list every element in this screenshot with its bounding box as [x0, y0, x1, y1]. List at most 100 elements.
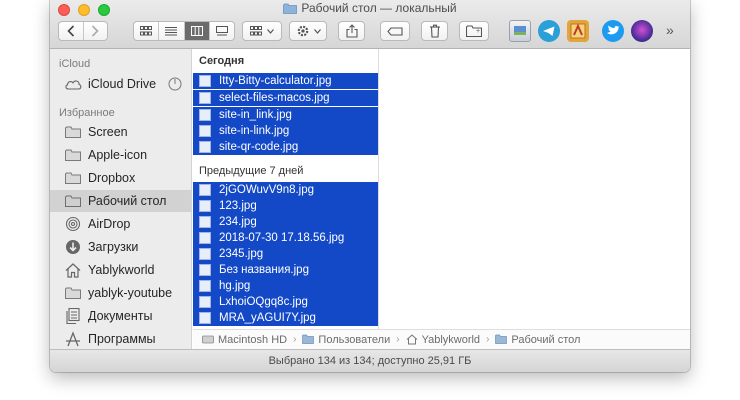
- file-row[interactable]: LxhoiOQgq8c.jpg: [193, 294, 378, 310]
- path-item-desktop[interactable]: Рабочий стол: [495, 334, 580, 346]
- path-item-users[interactable]: Пользователи: [302, 334, 390, 346]
- sidebar-item-yablykworld[interactable]: Yablykworld: [50, 259, 191, 281]
- path-bar: Macintosh HD › Пользователи › Yablykworl…: [193, 329, 690, 349]
- file-name: 2jGOWuvV9n8.jpg: [219, 184, 315, 196]
- image-thumbnail-icon: [199, 248, 211, 260]
- sidebar-item-applications[interactable]: Программы: [50, 328, 191, 350]
- app-icon[interactable]: [567, 20, 589, 42]
- file-name: MRA_yAGUI7Y.jpg: [219, 312, 316, 324]
- path-item-label: Пользователи: [318, 333, 391, 346]
- file-row[interactable]: Itty-Bitty-calculator.jpg: [193, 73, 378, 89]
- preview-icon[interactable]: [509, 20, 531, 42]
- path-item-label: Рабочий стол: [511, 333, 581, 346]
- file-name: hg.jpg: [219, 280, 251, 292]
- sidebar-item-label: Apple-icon: [88, 148, 148, 162]
- cloud-icon: [64, 76, 82, 92]
- sidebar-item-desktop[interactable]: Рабочий стол: [50, 190, 191, 212]
- file-row[interactable]: 2345.jpg: [193, 246, 378, 262]
- new-folder-icon[interactable]: +: [459, 21, 489, 41]
- file-row[interactable]: 123.jpg: [193, 198, 378, 214]
- file-name: LxhoiOQgq8c.jpg: [219, 296, 308, 308]
- file-row[interactable]: 234.jpg: [193, 214, 378, 230]
- svg-text:+: +: [476, 28, 480, 35]
- sidebar-item-airdrop[interactable]: AirDrop: [50, 213, 191, 235]
- sidebar-item-yablyk-youtube[interactable]: yablyk-youtube: [50, 282, 191, 304]
- file-row[interactable]: 2jGOWuvV9n8.jpg: [193, 182, 378, 198]
- disk-icon: [202, 334, 214, 345]
- sidebar-item-downloads[interactable]: Загрузки: [50, 236, 191, 258]
- image-thumbnail-icon: [199, 200, 211, 212]
- group-icon[interactable]: [242, 21, 282, 41]
- folder-icon: [64, 170, 82, 186]
- sidebar-item-icloud-drive[interactable]: iCloud Drive: [50, 73, 191, 95]
- path-item-label: Macintosh HD: [218, 333, 288, 346]
- airdrop-icon: [64, 216, 82, 232]
- image-thumbnail-icon: [199, 312, 211, 324]
- sidebar-item-screen[interactable]: Screen: [50, 121, 191, 143]
- sidebar-header-icloud: iCloud: [59, 58, 91, 70]
- file-name: select-files-macos.jpg: [219, 92, 330, 104]
- sidebar-item-label: Документы: [88, 309, 153, 323]
- forward-icon[interactable]: [84, 22, 108, 40]
- window-title-area: Рабочий стол — локальный: [50, 1, 690, 17]
- twitter-icon[interactable]: [602, 20, 624, 42]
- icon-view-icon[interactable]: [134, 22, 160, 40]
- finder-window: Рабочий стол — локальный + » iCloud iClo…: [50, 0, 690, 372]
- telegram-icon[interactable]: [538, 20, 560, 42]
- sidebar-item-dropbox[interactable]: Dropbox: [50, 167, 191, 189]
- sidebar-item-label: iCloud Drive: [88, 77, 157, 91]
- image-thumbnail-icon: [199, 296, 211, 308]
- sidebar-item-apple-icon[interactable]: Apple-icon: [50, 144, 191, 166]
- image-thumbnail-icon: [199, 280, 211, 292]
- nav-buttons: [58, 21, 108, 41]
- view-switcher: [133, 21, 235, 41]
- file-name: 123.jpg: [219, 200, 257, 212]
- trash-icon[interactable]: [421, 21, 448, 41]
- sidebar-item-label: Загрузки: [88, 240, 139, 254]
- sidebar: iCloud iCloud Drive Избранное Screen App…: [50, 49, 192, 349]
- path-item-macintosh-hd[interactable]: Macintosh HD: [202, 334, 287, 346]
- chevron-down-icon: [267, 28, 274, 34]
- share-icon[interactable]: [338, 21, 365, 41]
- folder-icon: [64, 147, 82, 163]
- list-view-icon[interactable]: [159, 22, 185, 40]
- image-thumbnail-icon: [199, 125, 211, 137]
- sidebar-item-label: Screen: [88, 125, 128, 139]
- file-name: 2345.jpg: [219, 248, 264, 260]
- gallery-view-icon[interactable]: [210, 22, 234, 40]
- window-title: Рабочий стол — локальный: [301, 1, 457, 15]
- path-item-label: Yablykworld: [421, 333, 481, 346]
- image-thumbnail-icon: [199, 141, 211, 153]
- file-name: site-qr-code.jpg: [219, 141, 299, 153]
- file-name: 2018-07-30 17.18.56.jpg: [219, 232, 345, 244]
- sidebar-item-label: yablyk-youtube: [88, 286, 173, 300]
- image-thumbnail-icon: [199, 92, 211, 104]
- file-row[interactable]: site-in_link.jpg: [193, 107, 378, 123]
- column-view-icon[interactable]: [184, 22, 210, 40]
- image-thumbnail-icon: [199, 75, 211, 87]
- more-icon[interactable]: »: [666, 22, 674, 38]
- file-row[interactable]: select-files-macos.jpg: [193, 90, 378, 106]
- chevron-right-icon: ›: [396, 334, 400, 345]
- sidebar-item-label: Yablykworld: [88, 263, 155, 277]
- folder-icon: [64, 124, 82, 140]
- group-header-today: Сегодня: [199, 55, 245, 67]
- tag-icon[interactable]: [380, 21, 410, 41]
- file-row[interactable]: 2018-07-30 17.18.56.jpg: [193, 230, 378, 246]
- siri-icon[interactable]: [631, 20, 653, 42]
- image-thumbnail-icon: [199, 109, 211, 121]
- back-icon[interactable]: [59, 22, 84, 40]
- folder-icon: [283, 3, 298, 17]
- folder-icon: [302, 334, 315, 345]
- file-row[interactable]: Без названия.jpg: [193, 262, 378, 278]
- file-row[interactable]: MRA_yAGUI7Y.jpg: [193, 310, 378, 326]
- status-bar: Выбрано 134 из 134; доступно 25,91 ГБ: [50, 349, 690, 372]
- home-icon: [406, 334, 418, 345]
- gear-icon[interactable]: [289, 21, 327, 41]
- file-row[interactable]: site-in-link.jpg: [193, 123, 378, 139]
- folder-icon: [64, 285, 82, 301]
- file-row[interactable]: site-qr-code.jpg: [193, 139, 378, 155]
- sidebar-item-documents[interactable]: Документы: [50, 305, 191, 327]
- file-row[interactable]: hg.jpg: [193, 278, 378, 294]
- path-item-yablykworld[interactable]: Yablykworld: [406, 333, 481, 346]
